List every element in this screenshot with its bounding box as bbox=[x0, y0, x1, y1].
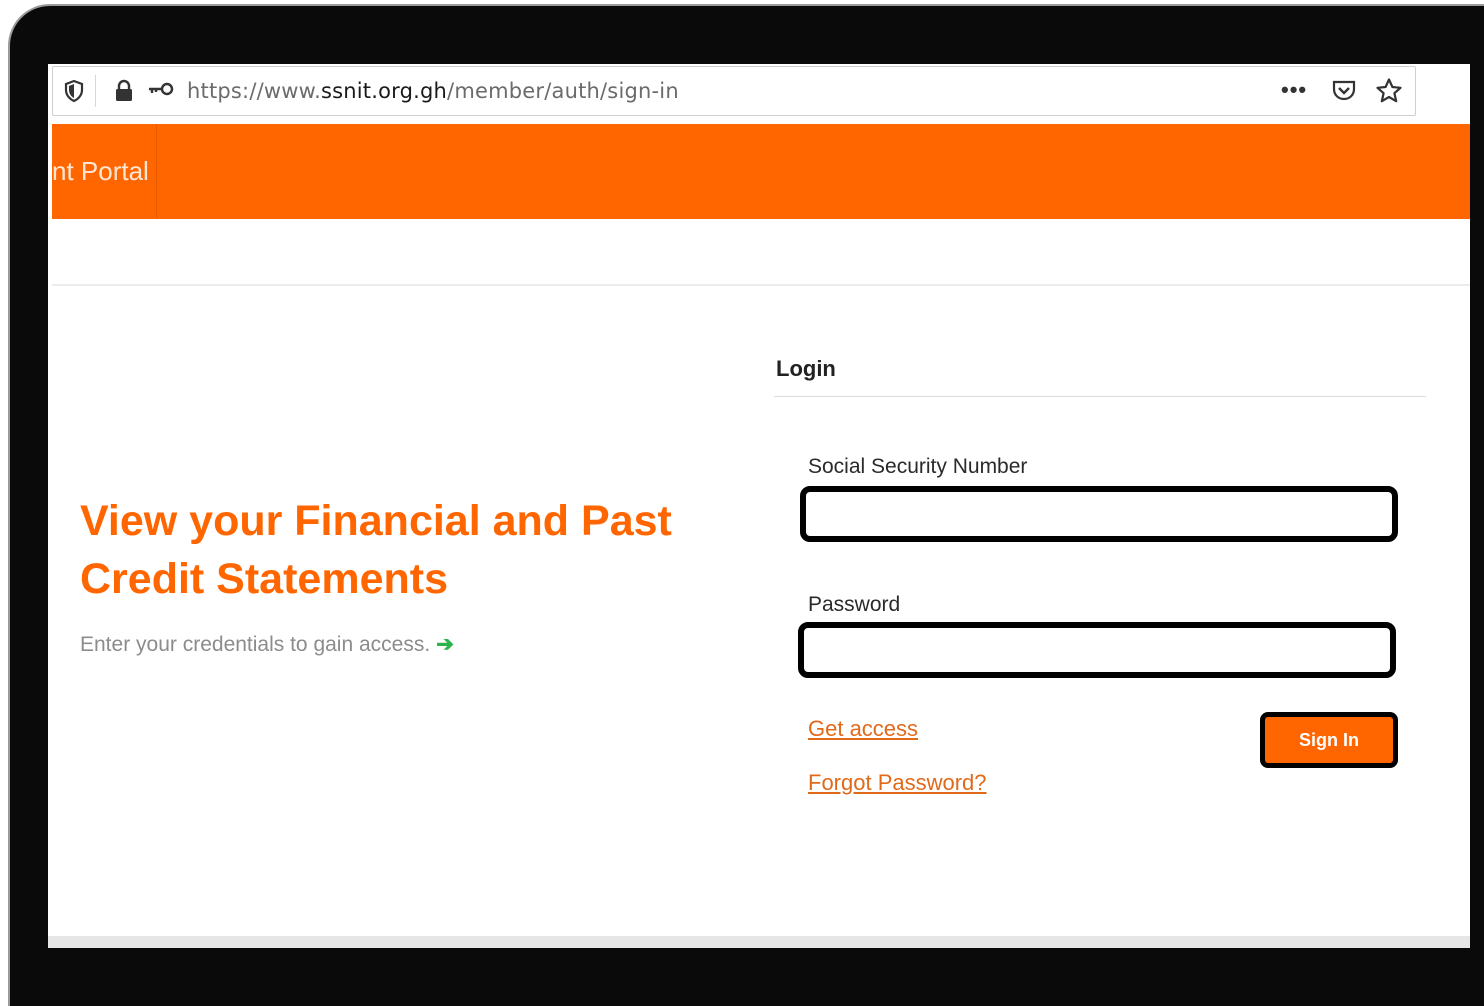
url-path: /member/auth/sign-in bbox=[447, 79, 679, 103]
key-icon[interactable] bbox=[147, 81, 175, 97]
login-divider bbox=[774, 396, 1426, 397]
sign-in-button[interactable]: Sign In bbox=[1260, 712, 1398, 768]
lock-icon[interactable] bbox=[113, 79, 135, 103]
forgot-password-link[interactable]: Forgot Password? bbox=[808, 770, 987, 796]
header-rule bbox=[52, 284, 1470, 286]
address-bar-separator bbox=[95, 75, 96, 107]
site-header: nt Portal bbox=[52, 124, 1470, 219]
arrow-right-icon: ➔ bbox=[436, 633, 454, 656]
url-text[interactable]: https://www.ssnit.org.gh/member/auth/sig… bbox=[187, 79, 679, 103]
address-bar[interactable]: https://www.ssnit.org.gh/member/auth/sig… bbox=[52, 66, 1416, 116]
url-prefix: https://www. bbox=[187, 79, 321, 103]
password-label: Password bbox=[808, 593, 901, 616]
bookmark-star-icon[interactable] bbox=[1375, 77, 1403, 105]
hero-subtitle-text: Enter your credentials to gain access. bbox=[80, 633, 431, 656]
portal-brand[interactable]: nt Portal bbox=[52, 156, 149, 187]
hero-subtitle: Enter your credentials to gain access. ➔ bbox=[80, 632, 454, 657]
screen-bottom-edge bbox=[48, 936, 1470, 948]
get-access-link[interactable]: Get access bbox=[808, 716, 918, 742]
hero-title: View your Financial and Past Credit Stat… bbox=[80, 497, 672, 603]
pocket-icon[interactable] bbox=[1331, 78, 1357, 102]
header-divider bbox=[156, 124, 157, 219]
ssn-label: Social Security Number bbox=[808, 455, 1028, 478]
login-heading: Login bbox=[776, 356, 836, 381]
more-icon[interactable]: ••• bbox=[1281, 77, 1307, 103]
ssn-input[interactable] bbox=[800, 486, 1398, 542]
password-input[interactable] bbox=[798, 622, 1396, 678]
shield-icon[interactable] bbox=[63, 79, 85, 103]
browser-screen: https://www.ssnit.org.gh/member/auth/sig… bbox=[48, 64, 1470, 938]
url-domain: ssnit.org.gh bbox=[320, 79, 448, 103]
